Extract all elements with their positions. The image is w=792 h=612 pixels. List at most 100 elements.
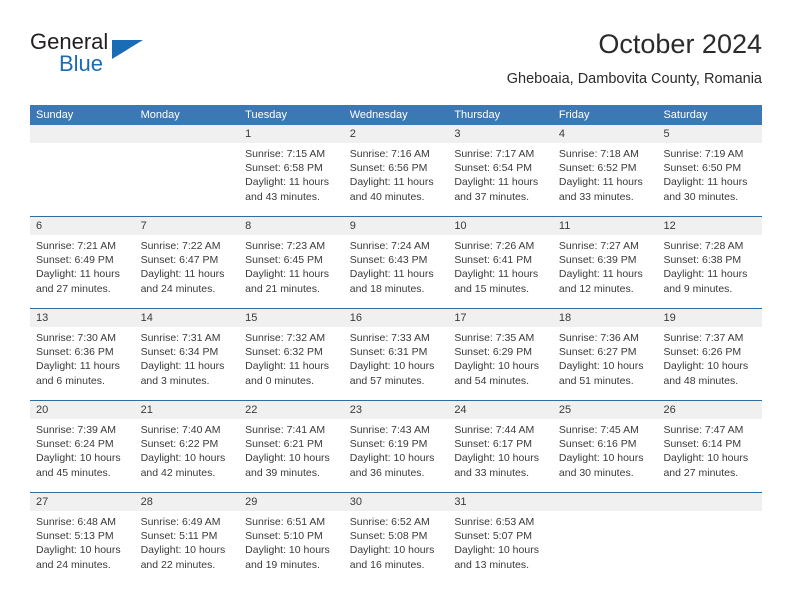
day-cell[interactable]: Sunrise: 7:36 AM Sunset: 6:27 PM Daylight:…: [553, 327, 658, 400]
day-cell[interactable]: Sunrise: 7:26 AM Sunset: 6:41 PM Daylight:…: [448, 235, 553, 308]
sunrise-text: Sunrise: 7:36 AM: [558, 332, 639, 344]
day-number[interactable]: 20: [30, 401, 135, 419]
day-number[interactable]: 12: [657, 217, 762, 235]
day-number[interactable]: 19: [657, 309, 762, 327]
day-cell[interactable]: Sunrise: 7:22 AM Sunset: 6:47 PM Daylight:…: [135, 235, 240, 308]
day-number[interactable]: 4: [553, 125, 658, 143]
sunset-text: Sunset: 6:52 PM: [558, 162, 637, 175]
day-cell[interactable]: Sunrise: 7:15 AM Sunset: 6:58 PM Daylight:…: [239, 143, 344, 216]
calendar-weeks: 1 2 3 4 5 Sunrise: 7:15 AM Sunset: 6:58 PM Dayl…: [30, 125, 762, 584]
day-number-empty: [657, 493, 762, 511]
day-number[interactable]: 23: [344, 401, 449, 419]
day-cell[interactable]: Sunrise: 7:44 AM Sunset: 6:17 PM Daylight:…: [448, 419, 553, 492]
day-number[interactable]: 29: [239, 493, 344, 511]
sunset-text: Sunset: 6:38 PM: [663, 254, 742, 267]
daylight-text-line1: Daylight: 11 hours: [245, 268, 330, 281]
day-cell[interactable]: Sunrise: 7:37 AM Sunset: 6:26 PM Daylight:…: [657, 327, 762, 400]
day-number[interactable]: 26: [657, 401, 762, 419]
calendar-week-row: 6 7 8 9 10 11 12 Sunrise: 7:21 AM Sunset: 6:49 P…: [30, 216, 762, 308]
weekday-header-sunday: Sunday: [36, 109, 74, 121]
day-cell[interactable]: Sunrise: 7:32 AM Sunset: 6:32 PM Daylight:…: [239, 327, 344, 400]
day-cell[interactable]: Sunrise: 7:16 AM Sunset: 6:56 PM Daylight:…: [344, 143, 449, 216]
day-cell[interactable]: Sunrise: 6:48 AM Sunset: 5:13 PM Daylight:…: [30, 511, 135, 584]
day-number[interactable]: 2: [344, 125, 449, 143]
day-number[interactable]: 11: [553, 217, 658, 235]
day-cell[interactable]: Sunrise: 7:19 AM Sunset: 6:50 PM Daylight:…: [657, 143, 762, 216]
week-info-band: Sunrise: 6:48 AM Sunset: 5:13 PM Daylight:…: [30, 511, 762, 584]
daylight-text-line1: Daylight: 10 hours: [36, 452, 121, 465]
daylight-text-line1: Daylight: 11 hours: [245, 176, 330, 189]
day-number[interactable]: 14: [135, 309, 240, 327]
day-cell[interactable]: Sunrise: 7:18 AM Sunset: 6:52 PM Daylight:…: [553, 143, 658, 216]
week-info-band: Sunrise: 7:21 AM Sunset: 6:49 PM Daylight:…: [30, 235, 762, 308]
day-number[interactable]: 15: [239, 309, 344, 327]
sunset-text: Sunset: 6:16 PM: [558, 438, 637, 451]
sunset-text: Sunset: 6:21 PM: [245, 438, 323, 451]
day-number[interactable]: 6: [30, 217, 135, 235]
day-number[interactable]: 10: [448, 217, 553, 235]
week-date-band: 13 14 15 16 17 18 19: [30, 309, 762, 327]
day-number[interactable]: 1: [239, 125, 344, 143]
day-cell[interactable]: Sunrise: 7:17 AM Sunset: 6:54 PM Daylight:…: [448, 143, 553, 216]
day-cell[interactable]: Sunrise: 7:21 AM Sunset: 6:49 PM Daylight:…: [30, 235, 135, 308]
sunset-text: Sunset: 6:36 PM: [36, 346, 114, 359]
daylight-text-line2: and 15 minutes.: [454, 282, 530, 295]
day-number[interactable]: 13: [30, 309, 135, 327]
day-cell[interactable]: Sunrise: 7:30 AM Sunset: 6:36 PM Daylight:…: [30, 327, 135, 400]
sunset-text: Sunset: 6:26 PM: [663, 346, 742, 359]
daylight-text-line2: and 42 minutes.: [140, 466, 216, 479]
day-cell[interactable]: Sunrise: 7:47 AM Sunset: 6:14 PM Daylight:…: [657, 419, 762, 492]
sunrise-text: Sunrise: 7:32 AM: [245, 332, 326, 344]
sunset-text: Sunset: 6:19 PM: [349, 438, 428, 451]
day-number[interactable]: 7: [135, 217, 240, 235]
day-number[interactable]: 18: [553, 309, 658, 327]
day-number[interactable]: 27: [30, 493, 135, 511]
day-number[interactable]: 16: [344, 309, 449, 327]
sunset-text: Sunset: 5:11 PM: [140, 530, 218, 543]
day-cell[interactable]: Sunrise: 6:49 AM Sunset: 5:11 PM Daylight:…: [135, 511, 240, 584]
day-number[interactable]: 25: [553, 401, 658, 419]
logo-text-blue: Blue: [59, 51, 104, 76]
day-cell[interactable]: Sunrise: 7:35 AM Sunset: 6:29 PM Daylight:…: [448, 327, 553, 400]
day-number[interactable]: 5: [657, 125, 762, 143]
sunset-text: Sunset: 6:58 PM: [245, 162, 323, 175]
daylight-text-line1: Daylight: 10 hours: [349, 544, 435, 557]
day-number[interactable]: 17: [448, 309, 553, 327]
day-cell[interactable]: Sunrise: 6:51 AM Sunset: 5:10 PM Daylight:…: [239, 511, 344, 584]
day-cell[interactable]: Sunrise: 7:43 AM Sunset: 6:19 PM Daylight:…: [344, 419, 449, 492]
day-cell[interactable]: Sunrise: 6:52 AM Sunset: 5:08 PM Daylight:…: [344, 511, 449, 584]
day-cell[interactable]: Sunrise: 7:40 AM Sunset: 6:22 PM Daylight:…: [135, 419, 240, 492]
day-cell[interactable]: Sunrise: 7:24 AM Sunset: 6:43 PM Daylight:…: [344, 235, 449, 308]
calendar-week-row: 20 21 22 23 24 25 26 Sunrise: 7:39 AM Sunset: 6:…: [30, 400, 762, 492]
day-number[interactable]: 31: [448, 493, 553, 511]
day-number[interactable]: 28: [135, 493, 240, 511]
day-number[interactable]: 24: [448, 401, 553, 419]
daylight-text-line1: Daylight: 11 hours: [663, 268, 748, 281]
day-cell[interactable]: Sunrise: 7:23 AM Sunset: 6:45 PM Daylight:…: [239, 235, 344, 308]
day-cell[interactable]: Sunrise: 7:39 AM Sunset: 6:24 PM Daylight:…: [30, 419, 135, 492]
day-cell[interactable]: Sunrise: 7:33 AM Sunset: 6:31 PM Daylight:…: [344, 327, 449, 400]
daylight-text-line2: and 51 minutes.: [558, 374, 634, 387]
day-number[interactable]: 22: [239, 401, 344, 419]
sunrise-text: Sunrise: 7:37 AM: [663, 332, 744, 344]
day-cell[interactable]: Sunrise: 7:28 AM Sunset: 6:38 PM Daylight:…: [657, 235, 762, 308]
day-number[interactable]: 9: [344, 217, 449, 235]
sunset-text: Sunset: 6:22 PM: [140, 438, 219, 451]
day-cell[interactable]: Sunrise: 7:31 AM Sunset: 6:34 PM Daylight:…: [135, 327, 240, 400]
day-number[interactable]: 3: [448, 125, 553, 143]
day-cell[interactable]: Sunrise: 7:41 AM Sunset: 6:21 PM Daylight:…: [239, 419, 344, 492]
daylight-text-line2: and 40 minutes.: [349, 190, 425, 203]
week-date-band: 12345: [30, 125, 762, 143]
day-number[interactable]: 21: [135, 401, 240, 419]
day-number[interactable]: 30: [344, 493, 449, 511]
general-blue-logo[interactable]: General Blue: [30, 30, 210, 86]
day-cell[interactable]: Sunrise: 7:45 AM Sunset: 6:16 PM Daylight:…: [553, 419, 658, 492]
day-cell[interactable]: Sunrise: 7:27 AM Sunset: 6:39 PM Daylight:…: [553, 235, 658, 308]
daylight-text-line1: Daylight: 10 hours: [349, 360, 435, 373]
sunrise-text: Sunrise: 7:31 AM: [140, 332, 221, 344]
daylight-text-line2: and 37 minutes.: [454, 190, 530, 203]
sunset-text: Sunset: 5:10 PM: [245, 530, 323, 543]
day-cell[interactable]: Sunrise: 6:53 AM Sunset: 5:07 PM Daylight:…: [448, 511, 553, 584]
weekday-header-row: Sunday Monday Tuesday Wednesday Thursday…: [30, 105, 762, 125]
day-number[interactable]: 8: [239, 217, 344, 235]
